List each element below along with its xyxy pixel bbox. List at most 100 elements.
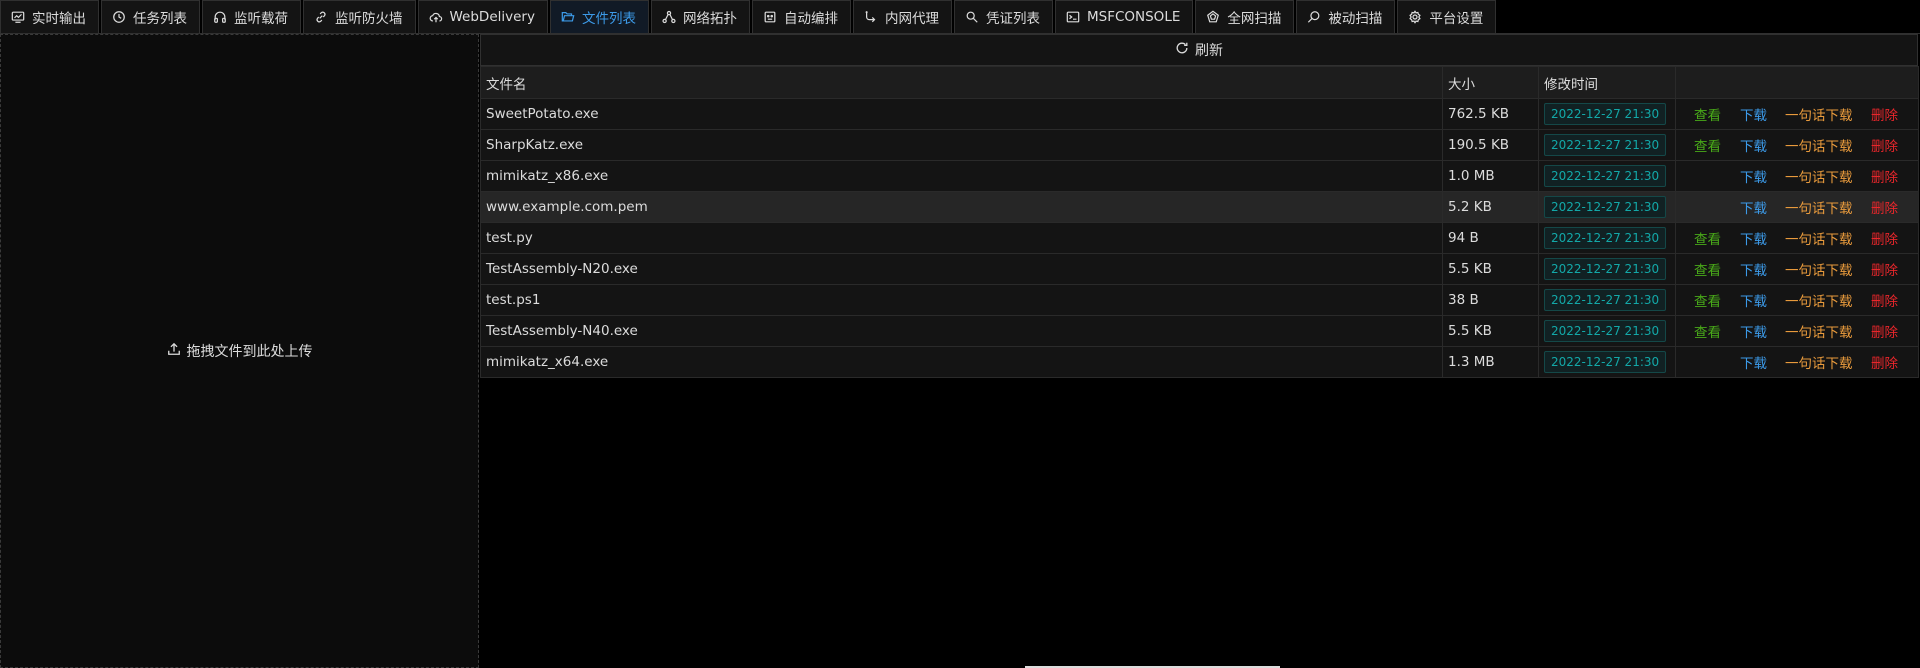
terminal-icon bbox=[1066, 10, 1080, 24]
delete-link[interactable]: 删除 bbox=[1871, 228, 1898, 248]
tab-label: 监听防火墙 bbox=[335, 11, 403, 27]
file-mtime-cell: 2022-12-27 21:30 bbox=[1538, 315, 1676, 347]
file-mtime-tag: 2022-12-27 21:30 bbox=[1544, 196, 1667, 218]
file-table: 文件名 大小 修改时间 SweetPotato.exe 762.5 KB 2022-… bbox=[480, 66, 1919, 378]
view-link[interactable]: 查看 bbox=[1681, 321, 1738, 341]
download-link[interactable]: 下载 bbox=[1740, 104, 1785, 124]
tab-label: MSFCONSOLE bbox=[1086, 9, 1181, 25]
tab-12[interactable]: 全网扫描 bbox=[1195, 0, 1295, 33]
tab-label: 凭证列表 bbox=[985, 11, 1040, 27]
cloud-upload-icon bbox=[429, 10, 443, 24]
download-link[interactable]: 下载 bbox=[1740, 259, 1785, 279]
delete-link[interactable]: 删除 bbox=[1871, 290, 1898, 310]
column-header-size[interactable]: 大小 bbox=[1442, 66, 1539, 99]
tab-13[interactable]: 被动扫描 bbox=[1296, 0, 1396, 33]
delete-link[interactable]: 删除 bbox=[1871, 321, 1898, 341]
file-mtime-cell: 2022-12-27 21:30 bbox=[1538, 222, 1676, 254]
refresh-button[interactable]: 刷新 bbox=[480, 34, 1918, 66]
oneliner-download-link[interactable]: 一句话下载 bbox=[1785, 197, 1871, 217]
download-link[interactable]: 下载 bbox=[1740, 166, 1785, 186]
oneliner-download-link[interactable]: 一句话下载 bbox=[1785, 166, 1871, 186]
oneliner-download-link[interactable]: 一句话下载 bbox=[1785, 259, 1871, 279]
file-actions-cell: 查看 下载 一句话下载 删除 bbox=[1675, 253, 1919, 285]
file-size: 1.3 MB bbox=[1442, 346, 1539, 378]
oneliner-download-link[interactable]: 一句话下载 bbox=[1785, 352, 1871, 372]
tab-10[interactable]: 凭证列表 bbox=[953, 0, 1053, 33]
view-link[interactable]: 查看 bbox=[1681, 228, 1738, 248]
proxy-icon bbox=[864, 10, 878, 24]
file-mtime-cell: 2022-12-27 21:30 bbox=[1538, 346, 1676, 378]
upload-hint-text: 拖拽文件到此处上传 bbox=[186, 344, 313, 360]
tab-label: 内网代理 bbox=[884, 11, 939, 27]
file-mtime-tag: 2022-12-27 21:30 bbox=[1544, 227, 1667, 249]
tab-label: 文件列表 bbox=[581, 11, 636, 27]
download-link[interactable]: 下载 bbox=[1740, 290, 1785, 310]
delete-link[interactable]: 删除 bbox=[1871, 197, 1898, 217]
tab-label: 任务列表 bbox=[133, 11, 187, 27]
file-size: 5.5 KB bbox=[1442, 253, 1539, 285]
delete-link[interactable]: 删除 bbox=[1871, 352, 1898, 372]
download-link[interactable]: 下载 bbox=[1740, 197, 1785, 217]
upload-icon bbox=[167, 342, 181, 360]
view-link[interactable]: 查看 bbox=[1681, 104, 1738, 124]
file-actions-cell: 下载 一句话下载 删除 bbox=[1675, 160, 1919, 192]
download-link[interactable]: 下载 bbox=[1740, 228, 1785, 248]
tab-6[interactable]: 文件列表 bbox=[549, 0, 649, 33]
file-mtime-cell: 2022-12-27 21:30 bbox=[1538, 284, 1676, 316]
tab-8[interactable]: 自动编排 bbox=[751, 0, 851, 33]
tab-9[interactable]: 内网代理 bbox=[852, 0, 952, 33]
file-mtime-cell: 2022-12-27 21:30 bbox=[1538, 191, 1676, 223]
delete-link[interactable]: 删除 bbox=[1871, 135, 1898, 155]
file-size: 762.5 KB bbox=[1442, 98, 1539, 130]
tab-14[interactable]: 平台设置 bbox=[1397, 0, 1497, 33]
table-header-row: 文件名 大小 修改时间 bbox=[480, 66, 1919, 99]
file-mtime-tag: 2022-12-27 21:30 bbox=[1544, 134, 1667, 156]
file-name: TestAssembly-N20.exe bbox=[480, 253, 1443, 285]
file-size: 1.0 MB bbox=[1442, 160, 1539, 192]
tab-7[interactable]: 网络拓扑 bbox=[650, 0, 750, 33]
table-row: SweetPotato.exe 762.5 KB 2022-12-27 21:30 查… bbox=[480, 98, 1919, 130]
file-name: mimikatz_x64.exe bbox=[480, 346, 1443, 378]
file-size: 190.5 KB bbox=[1442, 129, 1539, 161]
gear-icon bbox=[1408, 10, 1422, 24]
tab-3[interactable]: 监听载荷 bbox=[202, 0, 301, 33]
file-name: mimikatz_x86.exe bbox=[480, 160, 1443, 192]
tab-bar: 实时输出 任务列表 监听载荷 监听防火墙 WebDelivery 文件列表 网络拓扑 自动编排… bbox=[0, 0, 1920, 34]
delete-link[interactable]: 删除 bbox=[1871, 166, 1898, 186]
tab-1[interactable]: 实时输出 bbox=[0, 0, 99, 33]
download-link[interactable]: 下载 bbox=[1740, 135, 1785, 155]
tab-11[interactable]: MSFCONSOLE bbox=[1054, 0, 1194, 33]
view-link[interactable]: 查看 bbox=[1681, 259, 1738, 279]
delete-link[interactable]: 删除 bbox=[1871, 104, 1898, 124]
table-row: TestAssembly-N20.exe 5.5 KB 2022-12-27 21:… bbox=[480, 253, 1919, 285]
file-name: test.ps1 bbox=[480, 284, 1443, 316]
oneliner-download-link[interactable]: 一句话下载 bbox=[1785, 104, 1871, 124]
download-link[interactable]: 下载 bbox=[1740, 352, 1785, 372]
tab-label: 自动编排 bbox=[783, 11, 838, 27]
delete-link[interactable]: 删除 bbox=[1871, 259, 1898, 279]
oneliner-download-link[interactable]: 一句话下载 bbox=[1785, 228, 1871, 248]
column-header-mtime[interactable]: 修改时间 bbox=[1538, 66, 1676, 99]
tab-label: 监听载荷 bbox=[234, 11, 288, 27]
tab-5[interactable]: WebDelivery bbox=[417, 0, 548, 33]
oneliner-download-link[interactable]: 一句话下载 bbox=[1785, 135, 1871, 155]
upload-hint: 拖拽文件到此处上传 bbox=[167, 341, 313, 361]
oneliner-download-link[interactable]: 一句话下载 bbox=[1785, 290, 1871, 310]
file-size: 94 B bbox=[1442, 222, 1539, 254]
column-header-name[interactable]: 文件名 bbox=[480, 66, 1443, 99]
link-icon bbox=[314, 10, 328, 24]
table-row: SharpKatz.exe 190.5 KB 2022-12-27 21:30 查看下… bbox=[480, 129, 1919, 161]
tab-2[interactable]: 任务列表 bbox=[101, 0, 200, 33]
view-link[interactable]: 查看 bbox=[1681, 290, 1738, 310]
view-link[interactable]: 查看 bbox=[1681, 135, 1738, 155]
file-actions-cell: 查看 下载 一句话下载 删除 bbox=[1675, 222, 1919, 254]
clock-icon bbox=[112, 10, 126, 24]
robot-icon bbox=[763, 10, 777, 24]
oneliner-download-link[interactable]: 一句话下载 bbox=[1785, 321, 1871, 341]
tab-4[interactable]: 监听防火墙 bbox=[303, 0, 416, 33]
file-mtime-tag: 2022-12-27 21:30 bbox=[1544, 103, 1667, 125]
tab-label: 网络拓扑 bbox=[682, 11, 737, 27]
download-link[interactable]: 下载 bbox=[1740, 321, 1785, 341]
file-actions-cell: 查看 下载 一句话下载 删除 bbox=[1675, 284, 1919, 316]
file-upload-dropzone[interactable]: 拖拽文件到此处上传 bbox=[0, 34, 479, 668]
